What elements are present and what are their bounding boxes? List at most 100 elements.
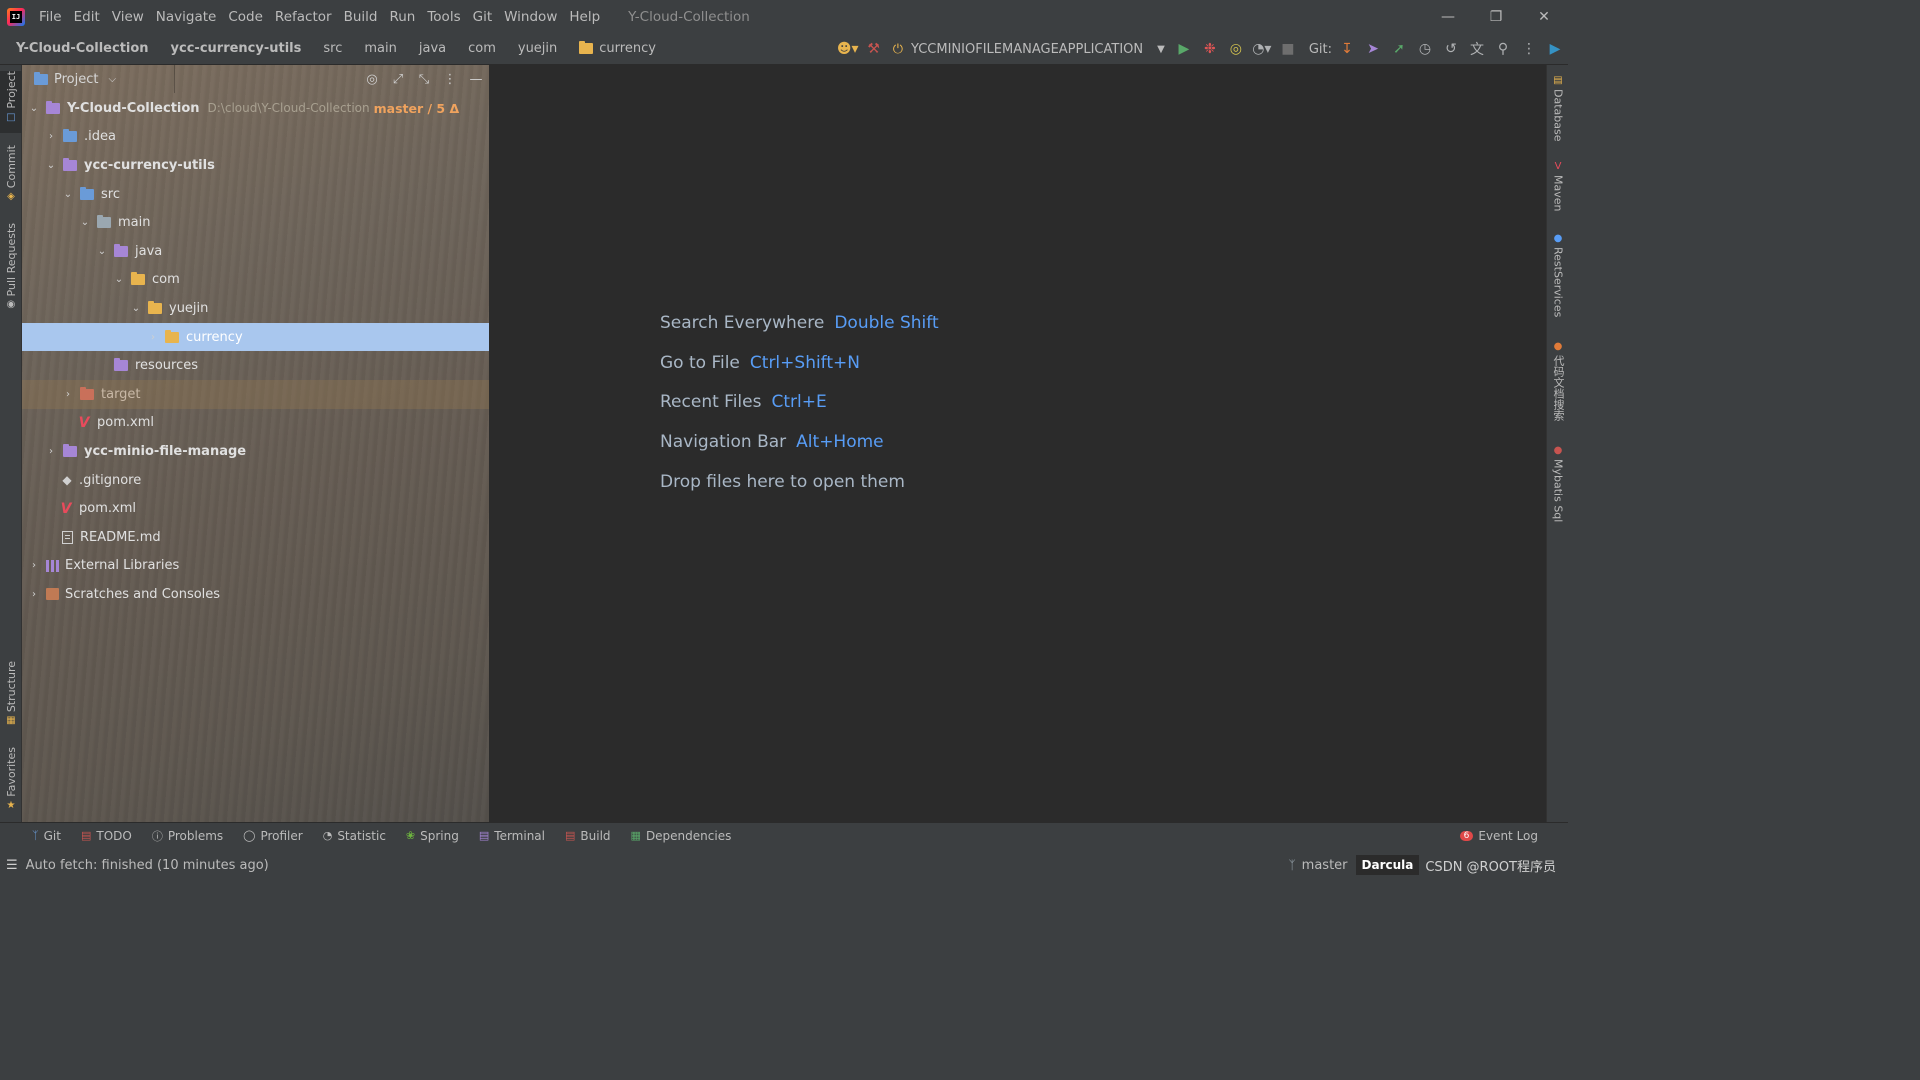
tree-row-main[interactable]: ⌄ main	[22, 208, 489, 237]
profile-icon[interactable]: ◔▾	[1249, 33, 1275, 65]
tool-tab-build[interactable]: ▤ Build	[555, 829, 621, 843]
hide-icon[interactable]: —	[463, 65, 489, 93]
git-commit-icon[interactable]: ➤	[1360, 33, 1386, 65]
chevron-right-icon[interactable]: ›	[60, 389, 76, 400]
menu-refactor[interactable]: Refactor	[269, 9, 338, 25]
tool-tab-project[interactable]: Project □	[0, 71, 22, 133]
users-icon[interactable]: ☻▾	[835, 33, 861, 65]
stop-icon[interactable]: ■	[1275, 33, 1301, 65]
project-view-selector[interactable]: Project ⌵	[22, 71, 116, 87]
tool-tab-mybatis-sql[interactable]: ● Mybatis Sql	[1547, 445, 1569, 525]
chevron-right-icon[interactable]: ›	[43, 131, 59, 142]
tree-row-resources[interactable]: resources	[22, 351, 489, 380]
status-message[interactable]: Auto fetch: finished (10 minutes ago)	[26, 858, 269, 873]
tool-tab-restservices[interactable]: ● RestServices	[1547, 233, 1569, 323]
run-icon[interactable]: ▶	[1171, 33, 1197, 65]
locate-icon[interactable]: ◎	[359, 65, 385, 93]
rollback-icon[interactable]: ↺	[1438, 33, 1464, 65]
chevron-down-icon[interactable]: ⌄	[26, 103, 42, 114]
chevron-down-icon[interactable]: ⌄	[111, 274, 127, 285]
crumb-com[interactable]: com	[457, 41, 507, 56]
tree-row-project-root[interactable]: ⌄ Y-Cloud-Collection D:\cloud\Y-Cloud-Co…	[22, 94, 489, 123]
chevron-down-icon[interactable]: ⌄	[43, 160, 59, 171]
tool-tab-event-log[interactable]: 6 Event Log	[1450, 829, 1548, 843]
tool-tab-terminal[interactable]: ▤ Terminal	[469, 829, 555, 843]
tree-row-ycc-currency-utils[interactable]: ⌄ ycc-currency-utils	[22, 151, 489, 180]
minimize-button[interactable]: —	[1424, 0, 1472, 33]
git-branch-widget[interactable]: ᛉ master	[1280, 858, 1355, 873]
tree-row-gitignore[interactable]: ◆ .gitignore	[22, 466, 489, 495]
menu-tools[interactable]: Tools	[421, 9, 466, 25]
coverage-icon[interactable]: ◎	[1223, 33, 1249, 65]
debug-icon[interactable]: ❉	[1197, 33, 1223, 65]
chevron-down-icon[interactable]: ⌄	[60, 189, 76, 200]
tool-tab-problems[interactable]: ⓘ Problems	[142, 828, 233, 844]
tool-tab-structure[interactable]: Structure ▦	[0, 661, 22, 731]
chevron-right-icon[interactable]: ›	[145, 332, 161, 343]
crumb-src[interactable]: src	[312, 41, 353, 56]
tree-row-scratches[interactable]: › Scratches and Consoles	[22, 580, 489, 609]
history-icon[interactable]: ◷	[1412, 33, 1438, 65]
tool-tab-pull-requests[interactable]: Pull Requests ◉	[0, 223, 22, 313]
tree-row-ycc-minio-file-manage[interactable]: › ycc-minio-file-manage	[22, 437, 489, 466]
menu-edit[interactable]: Edit	[68, 9, 106, 25]
tree-row-module-pom[interactable]: V pom.xml	[22, 409, 489, 438]
chevron-right-icon[interactable]: ›	[26, 560, 42, 571]
run-configuration-select[interactable]: ⏻ YCCMINIOFILEMANAGEAPPLICATION ▼	[887, 42, 1171, 57]
tree-row-readme[interactable]: README.md	[22, 523, 489, 552]
tree-row-idea[interactable]: › .idea	[22, 123, 489, 152]
tool-tab-dependencies[interactable]: ▦ Dependencies	[621, 829, 742, 843]
tool-tab-statistic[interactable]: ◔ Statistic	[313, 829, 396, 843]
tool-tab-todo[interactable]: ▤ TODO	[71, 829, 142, 843]
chevron-down-icon[interactable]: ⌄	[94, 246, 110, 257]
tree-row-java[interactable]: ⌄ java	[22, 237, 489, 266]
restore-button[interactable]: ❐	[1472, 0, 1520, 33]
tree-row-com[interactable]: ⌄ com	[22, 266, 489, 295]
expand-all-icon[interactable]: ⤢	[385, 65, 411, 93]
tree-row-root-pom[interactable]: V pom.xml	[22, 494, 489, 523]
tree-row-yuejin[interactable]: ⌄ yuejin	[22, 294, 489, 323]
crumb-main[interactable]: main	[353, 41, 407, 56]
tree-row-src[interactable]: ⌄ src	[22, 180, 489, 209]
tool-tab-favorites[interactable]: Favorites ★	[0, 747, 22, 813]
crumb-currency[interactable]: currency	[568, 41, 667, 56]
close-button[interactable]: ✕	[1520, 0, 1568, 33]
tool-tab-git[interactable]: ᛉ Git	[22, 829, 71, 843]
tree-row-external-libraries[interactable]: › External Libraries	[22, 552, 489, 581]
plugin-icon[interactable]: ▶	[1542, 33, 1568, 65]
tool-tab-database[interactable]: ▤ Database	[1547, 75, 1569, 143]
options-icon[interactable]: ⋮	[437, 65, 463, 93]
tree-row-currency[interactable]: › currency	[22, 322, 489, 352]
chevron-right-icon[interactable]: ›	[26, 589, 42, 600]
collapse-all-icon[interactable]: ⤡	[411, 65, 437, 93]
menu-run[interactable]: Run	[383, 9, 421, 25]
editor-area[interactable]: Search Everywhere Double Shift Go to File…	[490, 65, 1546, 822]
layers-icon[interactable]: ☰	[6, 858, 18, 873]
menu-build[interactable]: Build	[338, 9, 384, 25]
menu-git[interactable]: Git	[467, 9, 499, 25]
crumb-java[interactable]: java	[408, 41, 457, 56]
menu-view[interactable]: View	[106, 9, 150, 25]
tool-tab-maven[interactable]: V Maven	[1547, 161, 1569, 217]
hammer-icon[interactable]: ⚒	[861, 33, 887, 65]
menu-file[interactable]: File	[33, 9, 68, 25]
crumb-yuejin[interactable]: yuejin	[507, 41, 568, 56]
menu-navigate[interactable]: Navigate	[150, 9, 223, 25]
tool-tab-commit[interactable]: Commit ◈	[0, 145, 22, 207]
more-icon[interactable]: ⋮	[1516, 33, 1542, 65]
translate-icon[interactable]: 文	[1464, 33, 1490, 65]
crumb-project[interactable]: Y-Cloud-Collection	[0, 41, 160, 56]
tool-tab-spring[interactable]: ❀ Spring	[396, 829, 469, 843]
tool-tab-code-doc-search[interactable]: ● 代码文档搜索	[1547, 341, 1569, 425]
menu-code[interactable]: Code	[222, 9, 269, 25]
chevron-down-icon[interactable]: ⌄	[77, 217, 93, 228]
theme-widget[interactable]: Darcula	[1355, 855, 1420, 875]
tree-row-target[interactable]: › target	[22, 379, 489, 409]
crumb-module[interactable]: ycc-currency-utils	[160, 41, 313, 56]
search-icon[interactable]: ⚲	[1490, 33, 1516, 65]
chevron-right-icon[interactable]: ›	[43, 446, 59, 457]
git-push-icon[interactable]: ➚	[1386, 33, 1412, 65]
git-update-icon[interactable]: ↧	[1334, 33, 1360, 65]
menu-window[interactable]: Window	[498, 9, 563, 25]
chevron-down-icon[interactable]: ⌄	[128, 303, 144, 314]
